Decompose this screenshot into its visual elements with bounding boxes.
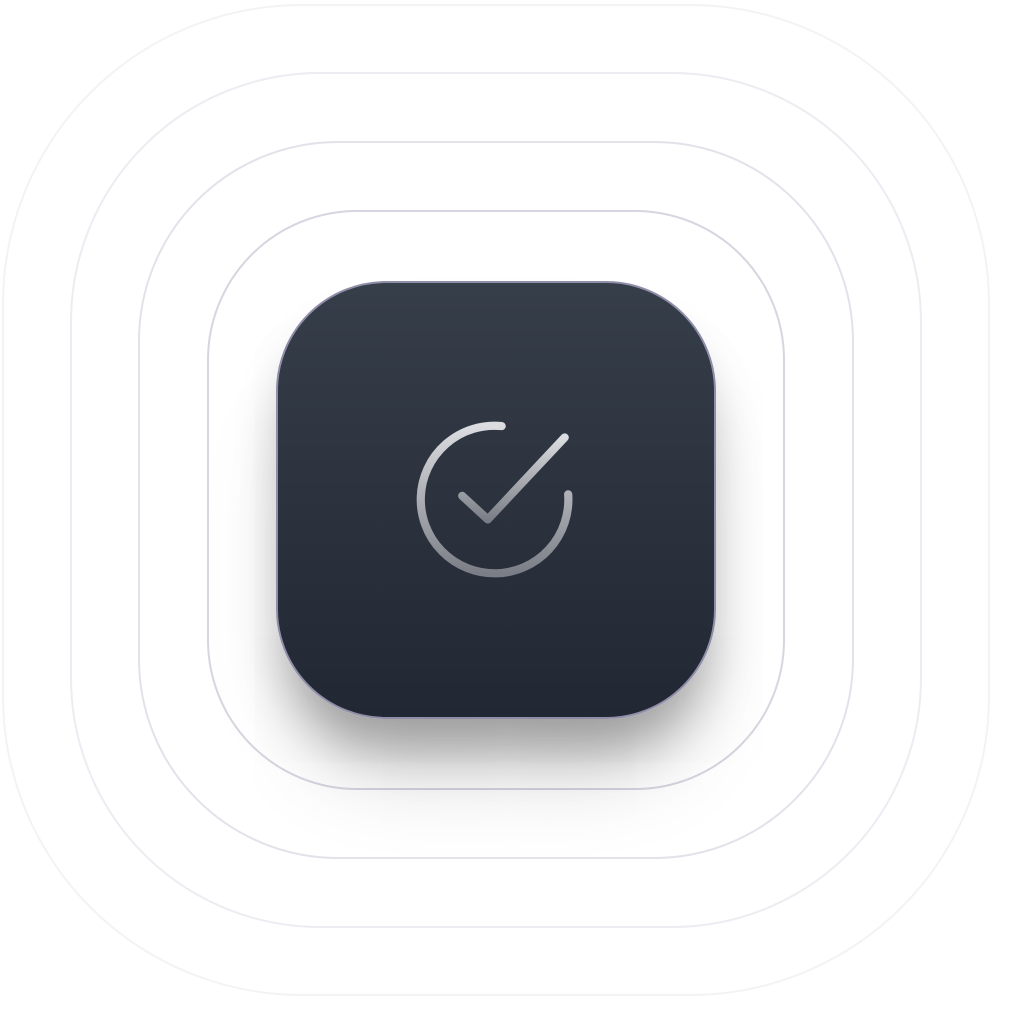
check-circle-icon (416, 421, 573, 578)
check-badge-tile[interactable] (276, 281, 716, 719)
badge-canvas (0, 0, 1024, 1014)
